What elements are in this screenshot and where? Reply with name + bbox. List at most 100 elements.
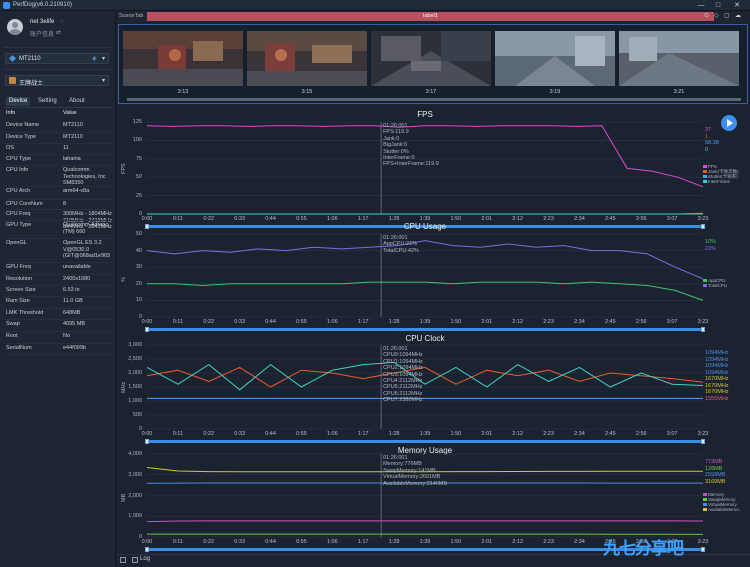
- screenshot-thumbnail[interactable]: [247, 31, 367, 86]
- close-button[interactable]: ✕: [731, 1, 743, 10]
- legend-item[interactable]: AppCPU: [703, 278, 726, 283]
- x-tick-label: 1:39: [419, 431, 431, 437]
- time-range-slider[interactable]: [147, 225, 703, 228]
- info-key: Device Type: [6, 134, 37, 140]
- chart-panel: CPU Clock 3,000 2,500 2,000 1,500 1,000 500 0 MH…: [117, 106, 750, 554]
- y-tick-label: 1,000: [128, 513, 142, 520]
- chart-plot[interactable]: [117, 106, 750, 554]
- device-select[interactable]: MT2110 ◈ ▾: [5, 53, 109, 64]
- tab-device[interactable]: Device: [6, 97, 31, 106]
- time-range-slider[interactable]: [147, 440, 703, 443]
- slider-start-handle[interactable]: [145, 327, 149, 332]
- maximize-button[interactable]: □: [712, 1, 724, 10]
- legend-item[interactable]: InterFrame: [703, 179, 730, 184]
- info-value: MT2110: [63, 134, 83, 140]
- y-tick-label: 50: [135, 231, 142, 237]
- cursor-readout: FPS:119.9: [383, 129, 409, 136]
- info-key: Device Name: [6, 122, 40, 128]
- x-tick-label: 0:11: [172, 319, 184, 325]
- series-line: [147, 281, 704, 301]
- legend-swatch: [703, 508, 707, 512]
- screenshot-thumbnail[interactable]: [123, 31, 243, 86]
- current-value: 3169MB: [705, 478, 726, 485]
- y-tick-label: 25: [135, 192, 142, 199]
- legend-item[interactable]: Memory: [703, 492, 724, 497]
- slider-start-handle[interactable]: [145, 547, 149, 552]
- avatar[interactable]: [7, 19, 23, 35]
- cursor-readout: VirtualMemory:2601MB: [383, 474, 441, 481]
- slider-end-handle[interactable]: [701, 439, 705, 444]
- play-button[interactable]: [721, 115, 737, 131]
- info-value: Qualcomm Technologies, Inc SM8350: [63, 167, 106, 186]
- x-tick-label: 0:22: [203, 431, 215, 437]
- screenshot-thumbnail[interactable]: [495, 31, 615, 86]
- legend-swatch: [703, 175, 707, 179]
- y-tick-label: 100: [132, 137, 142, 144]
- chart-title: Memory Usage: [397, 446, 453, 455]
- legend-item[interactable]: Jank(卡顿次数): [703, 169, 739, 175]
- tab-setting[interactable]: Setting: [35, 97, 60, 106]
- legend-label: SwapMemory: [708, 497, 736, 502]
- info-key: Resolution: [6, 276, 32, 282]
- device-link-icon[interactable]: ◈: [92, 55, 97, 62]
- chart-plot[interactable]: [117, 106, 750, 554]
- expand-icon[interactable]: [120, 557, 126, 563]
- x-tick-label: 1:06: [326, 431, 338, 437]
- y-axis-label: MHz: [121, 381, 127, 393]
- app-select[interactable]: 王牌战士 ▾: [5, 75, 109, 87]
- divider: [4, 308, 112, 309]
- app-icon: [9, 77, 16, 84]
- screen-icon[interactable]: ▢: [724, 12, 730, 19]
- thumbnail-time: 3:15: [301, 89, 313, 95]
- divider: [4, 47, 112, 48]
- app-select-label: 王牌战士: [19, 81, 44, 87]
- current-value: 1670MHz: [705, 382, 729, 389]
- location-icon[interactable]: ⊙: [704, 12, 709, 19]
- slider-end-handle[interactable]: [701, 327, 705, 332]
- chart-plot[interactable]: [117, 106, 750, 554]
- cursor-readout: 01:26:001: [383, 455, 408, 461]
- slider-start-handle[interactable]: [145, 439, 149, 444]
- legend-item[interactable]: FPS: [703, 164, 717, 169]
- y-tick-label: 3,000: [128, 342, 142, 348]
- chart-plot[interactable]: [117, 106, 750, 554]
- pin-icon[interactable]: ◇: [714, 12, 719, 19]
- perfdog-logo-icon: [3, 2, 10, 9]
- legend-item[interactable]: SwapMemory: [703, 497, 736, 502]
- x-tick-label: 0:00: [141, 431, 153, 437]
- screenshot-thumbnail[interactable]: [619, 31, 739, 86]
- log-checkbox[interactable]: [132, 557, 138, 563]
- slider-start-handle[interactable]: [145, 224, 149, 229]
- x-tick-label: 3:23: [697, 319, 709, 325]
- x-tick-label: 0:22: [203, 539, 215, 545]
- info-header-key: Info: [6, 110, 16, 116]
- slider-end-handle[interactable]: [701, 547, 705, 552]
- switch-account-icon[interactable]: ⇄: [56, 29, 61, 36]
- legend-item[interactable]: AvailableMemo..: [703, 507, 741, 512]
- info-key: CPU CoreNum: [6, 201, 43, 207]
- screenshot-thumbnail[interactable]: [371, 31, 491, 86]
- legend-item[interactable]: Stutter(卡顿率): [703, 174, 738, 180]
- x-tick-label: 2:56: [635, 319, 647, 325]
- y-tick-label: 0: [138, 314, 142, 320]
- cloud-icon[interactable]: ☁: [735, 12, 741, 19]
- left-panel: net 3elife ◌ 账户信息 ⇄ MT2110 ◈ ▾ 王牌战士 ▾ De…: [0, 11, 116, 567]
- thumbnail-scrollbar[interactable]: [127, 98, 741, 101]
- divider: [4, 319, 112, 320]
- time-range-slider[interactable]: [147, 328, 703, 331]
- legend-swatch: [703, 493, 707, 497]
- current-value: 23%: [705, 245, 717, 252]
- x-tick-label: 2:01: [481, 431, 493, 437]
- legend-item[interactable]: TotalCPU: [703, 283, 727, 288]
- scene-label-bar[interactable]: label1: [147, 12, 714, 21]
- minimize-button[interactable]: —: [695, 1, 707, 10]
- slider-end-handle[interactable]: [701, 224, 705, 229]
- account-info-link[interactable]: 账户信息: [30, 29, 54, 38]
- series-line: [147, 212, 704, 215]
- current-value: 2598MB: [705, 472, 726, 478]
- x-tick-label: 1:50: [450, 539, 462, 545]
- legend-item[interactable]: VirtualMemory: [703, 502, 737, 507]
- tab-about[interactable]: About: [66, 97, 88, 106]
- screenshot-strip[interactable]: 3:13 3:15 3:17 3:19 3:21: [118, 24, 748, 104]
- series-line: [146, 125, 704, 188]
